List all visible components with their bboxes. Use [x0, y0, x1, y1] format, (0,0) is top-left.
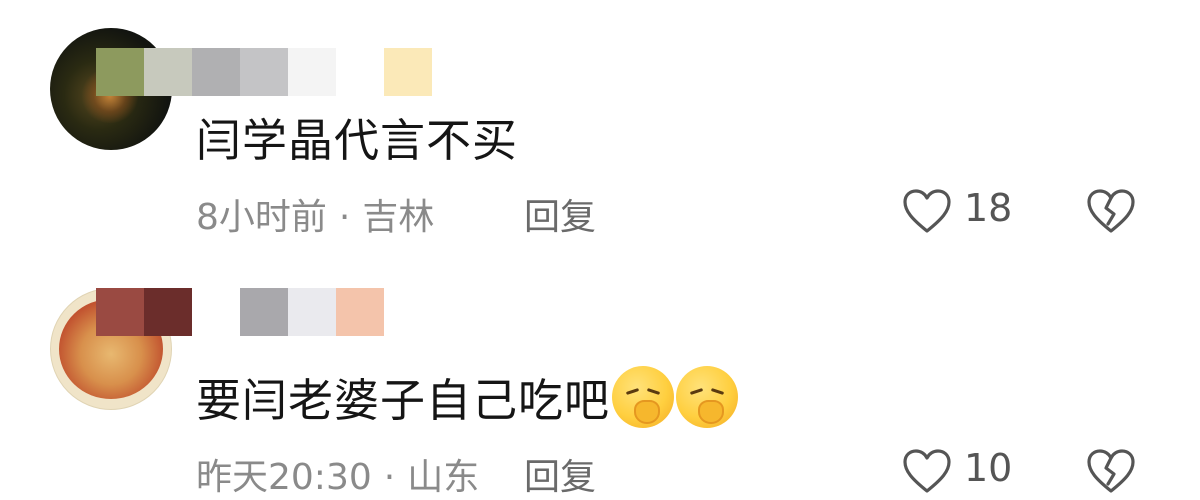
meta-separator: ·: [338, 197, 351, 238]
comment-time: 昨天20:30: [196, 457, 372, 498]
reply-button[interactable]: 回复: [524, 448, 596, 500]
like-count: 10: [964, 446, 1013, 490]
meta-separator: ·: [383, 457, 396, 498]
comment-location: 山东: [407, 457, 480, 498]
like-button[interactable]: 10: [902, 446, 1052, 496]
reply-button[interactable]: 回复: [524, 188, 596, 240]
comment-text: 闫学晶代言不买: [196, 114, 519, 167]
like-button[interactable]: 18: [902, 186, 1052, 236]
comment-item: 闫学晶代言不买 8小时前 · 吉林 回复 18: [0, 0, 1200, 260]
comment-text-row: 要闫老婆子自己吃吧: [196, 364, 739, 429]
dislike-button[interactable]: [1086, 188, 1136, 238]
shushing-face-emoji: [612, 366, 675, 428]
username-redacted[interactable]: [96, 288, 436, 336]
heart-outline-icon: [903, 189, 951, 233]
username-redacted[interactable]: [96, 48, 436, 96]
comment-time: 8小时前: [196, 197, 327, 238]
comment-text: 要闫老婆子自己吃吧: [196, 374, 611, 427]
comment-meta: 昨天20:30 · 山东: [196, 448, 479, 500]
comment-item: 要闫老婆子自己吃吧 昨天20:30 · 山东 回复 10: [0, 260, 1200, 498]
dislike-button[interactable]: [1086, 448, 1136, 498]
like-count: 18: [964, 186, 1013, 230]
heart-outline-icon: [903, 449, 951, 493]
shushing-face-emoji: [676, 366, 739, 428]
broken-heart-icon: [1087, 189, 1135, 233]
broken-heart-icon: [1087, 449, 1135, 493]
comment-meta: 8小时前 · 吉林: [196, 188, 434, 240]
comment-location: 吉林: [362, 197, 435, 238]
